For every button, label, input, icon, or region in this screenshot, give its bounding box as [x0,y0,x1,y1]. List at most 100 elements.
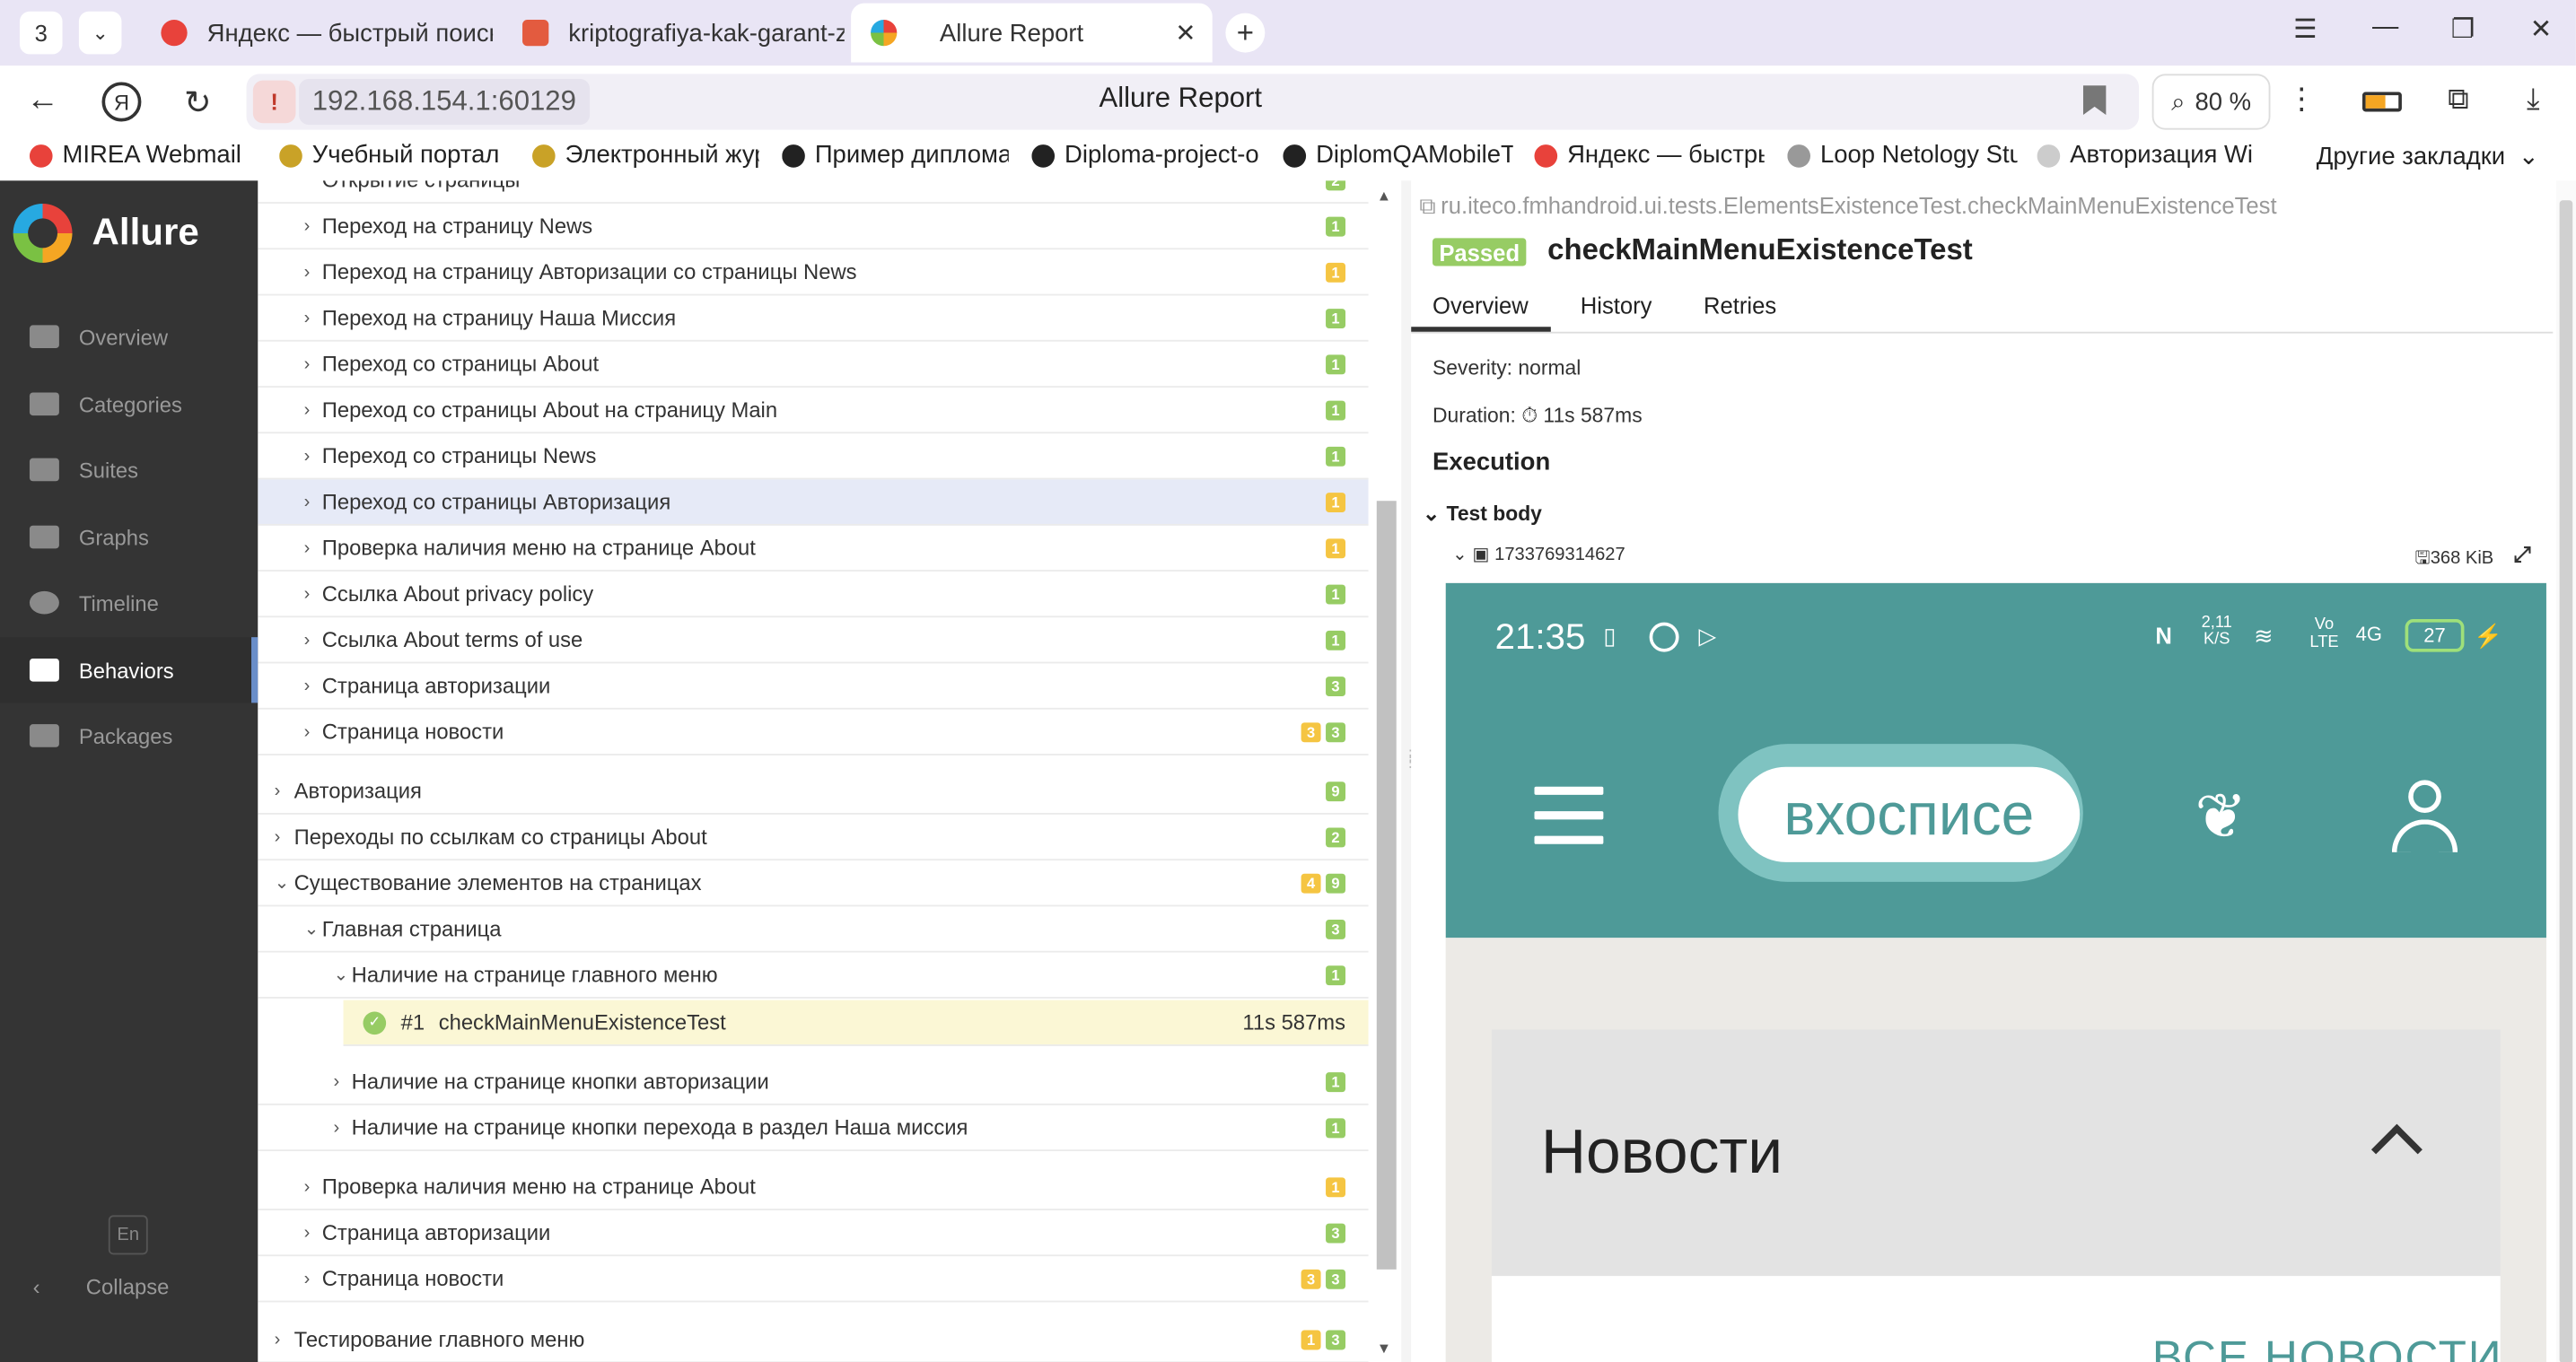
chevron-right-icon[interactable]: › [304,721,311,741]
tab-overview[interactable]: Overview [1433,292,1529,319]
tab-history[interactable]: History [1581,292,1652,319]
nav-behaviors[interactable]: Behaviors [0,637,258,703]
chevron-right-icon[interactable]: › [304,1269,311,1288]
more-icon[interactable]: ⋮ [2287,83,2317,117]
tab-kriptografiya[interactable]: kriptografiya-kak-garant-z [503,6,845,59]
chevron-right-icon[interactable]: › [304,262,311,282]
tree-group-row[interactable]: › Переход на страницу News 1 [258,204,1369,250]
expand-icon[interactable]: ⤢ [2513,542,2530,568]
chevron-right-icon[interactable]: › [304,216,311,236]
nav-overview[interactable]: Overview [0,304,258,370]
tree-group-row[interactable]: ⌄ Наличие на странице главного меню 1 [258,953,1369,999]
bookmark-item[interactable]: Loop Netology Stu [1787,141,2018,170]
tab-retries[interactable]: Retries [1704,292,1776,319]
tree-group-row[interactable]: › Ссылка About terms of use 1 [258,617,1369,664]
chevron-down-icon[interactable]: ⌄ [304,918,320,939]
download-icon[interactable]: ⤓ [2527,83,2540,117]
tree-group-row[interactable]: › Переход со страницы About 1 [258,342,1369,388]
scroll-up-icon[interactable]: ▲ [1377,188,1391,204]
tree-group-row[interactable]: › Наличие на странице кнопки авторизации 1 [258,1060,1369,1105]
bookmark-item[interactable]: Diploma-project-o [1031,141,1261,170]
chevron-right-icon[interactable]: › [304,1223,311,1243]
tree-group-row[interactable]: › Проверка наличия меню на странице About… [258,1165,1369,1210]
attachment-toggle[interactable]: ⌄ ▣ 1733769314627 [1452,544,1625,565]
collapse-button[interactable]: ‹ Collapse [33,1274,170,1298]
tree-group-row[interactable]: › Переход со страницы About на страницу M… [258,388,1369,434]
tree-group-row[interactable]: › Страница авторизации 3 [258,1210,1369,1257]
test-case-row[interactable]: ✓ #1 checkMainMenuExistenceTest 11s 587ms [343,1000,1369,1046]
nav-graphs[interactable]: Graphs [0,504,258,570]
back-icon[interactable]: ← [26,83,59,120]
tree-group-row[interactable]: › Переходы по ссылкам со страницы About 2 [258,815,1369,861]
language-button[interactable]: En [108,1215,148,1255]
pane-splitter[interactable]: ⋮⋮ [1401,180,1418,1362]
extensions-icon[interactable]: ⧉ [2448,83,2469,117]
yandex-browser-icon[interactable]: Я [101,82,142,122]
bookmark-item[interactable]: Авторизация Wi [2037,141,2267,170]
tree-group-row[interactable]: › Тестирование главного меню 1 3 [258,1317,1369,1362]
chevron-right-icon[interactable]: › [304,1176,311,1196]
tree-group-row[interactable]: › Переход на страницу Наша Миссия 1 [258,295,1369,342]
bookmark-item[interactable]: DiplomQAMobileT [1283,141,1513,170]
bookmark-item[interactable]: MIREA Webmail :: [29,141,250,170]
tree-group-row[interactable]: › Страница новости 3 3 [258,1256,1369,1303]
bookmark-item[interactable]: Яндекс — быстры [1534,141,1765,170]
chevron-right-icon[interactable]: › [304,400,311,420]
chevron-right-icon[interactable]: › [334,1071,340,1091]
chevron-right-icon[interactable]: › [275,827,281,847]
chevron-down-icon[interactable]: ⌄ [334,964,349,985]
save-icon[interactable]: 🖫 [2415,548,2431,568]
url-text[interactable]: 192.168.154.1:60129 [299,78,590,126]
nav-packages[interactable]: Packages [0,703,258,768]
tree-group-row[interactable]: › Переход со страницы News 1 [258,433,1369,480]
tree-group-row[interactable]: › Наличие на странице кнопки перехода в р… [258,1105,1369,1152]
tab-count-button[interactable]: 3 [19,11,63,55]
chevron-right-icon[interactable]: › [304,492,311,511]
chevron-right-icon[interactable]: › [275,781,281,800]
minimize-icon[interactable]: — [2372,13,2398,43]
bookmark-item[interactable]: Учебный портал Р [279,141,506,170]
security-warning-icon[interactable]: ! [252,80,296,124]
chevron-right-icon[interactable]: › [275,1330,281,1349]
other-bookmarks[interactable]: Другие закладки ⌄ [2317,141,2539,170]
tree-group-row[interactable]: ⌄ Главная страница 3 [258,906,1369,953]
tree-group-row[interactable]: › Переход со страницы Авторизация 1 [258,479,1369,526]
tab-yandex[interactable]: Яндекс — быстрый поиск [141,6,493,59]
tree-scroll-thumb[interactable] [1376,501,1397,1270]
chevron-right-icon[interactable]: › [304,537,311,557]
tree-group-row[interactable]: › Проверка наличия меню на странице About… [258,526,1369,572]
chevron-right-icon[interactable]: › [334,1118,340,1138]
copy-icon[interactable]: ⧉ [1419,192,1435,218]
chevron-down-icon[interactable]: ⌄ [275,872,290,894]
tab-allure-report[interactable]: Allure Report ✕ [851,3,1213,63]
tab-list-dropdown-icon[interactable]: ⌄ [78,11,122,55]
tree-group-row[interactable]: › Переход на страницу Авторизации со стра… [258,249,1369,296]
chevron-right-icon[interactable]: › [304,446,311,466]
tree-group-row[interactable]: ⌄ Существование элементов на страницах 4 9 [258,860,1369,907]
reload-icon[interactable]: ↻ [184,83,212,124]
tree-group-row[interactable]: › Страница новости 3 3 [258,710,1369,755]
menu-icon[interactable]: ☰ [2293,13,2317,47]
chevron-right-icon[interactable]: › [304,630,311,650]
nav-timeline[interactable]: Timeline [0,570,258,635]
bookmark-item[interactable]: Электронный жур [532,141,759,170]
nav-suites[interactable]: Suites [0,437,258,502]
tree-group-row[interactable]: › Авторизация 9 [258,769,1369,815]
chevron-right-icon[interactable]: › [304,354,311,373]
tree-group-row[interactable]: Открытие страницы 2 [258,180,1369,204]
scroll-down-icon[interactable]: ▼ [1377,1340,1391,1357]
tree-group-row[interactable]: › Ссылка About privacy policy 1 [258,572,1369,618]
chevron-right-icon[interactable]: › [304,676,311,695]
zoom-button[interactable]: ⌕ 80 % [2151,74,2271,130]
close-window-icon[interactable]: ✕ [2530,13,2553,47]
test-body-toggle[interactable]: ⌄ Test body [1423,501,1542,526]
chevron-right-icon[interactable]: › [304,308,311,327]
detail-scroll-thumb[interactable] [2559,200,2573,1362]
maximize-icon[interactable]: ❐ [2451,13,2475,47]
chevron-right-icon[interactable]: › [304,584,311,604]
nav-categories[interactable]: Categories [0,371,258,437]
tree-group-row[interactable]: › Страница авторизации 3 [258,663,1369,710]
new-tab-button[interactable]: + [1225,13,1266,53]
bookmark-item[interactable]: Пример диплома [782,141,1009,170]
close-tab-icon[interactable]: ✕ [1175,18,1196,48]
